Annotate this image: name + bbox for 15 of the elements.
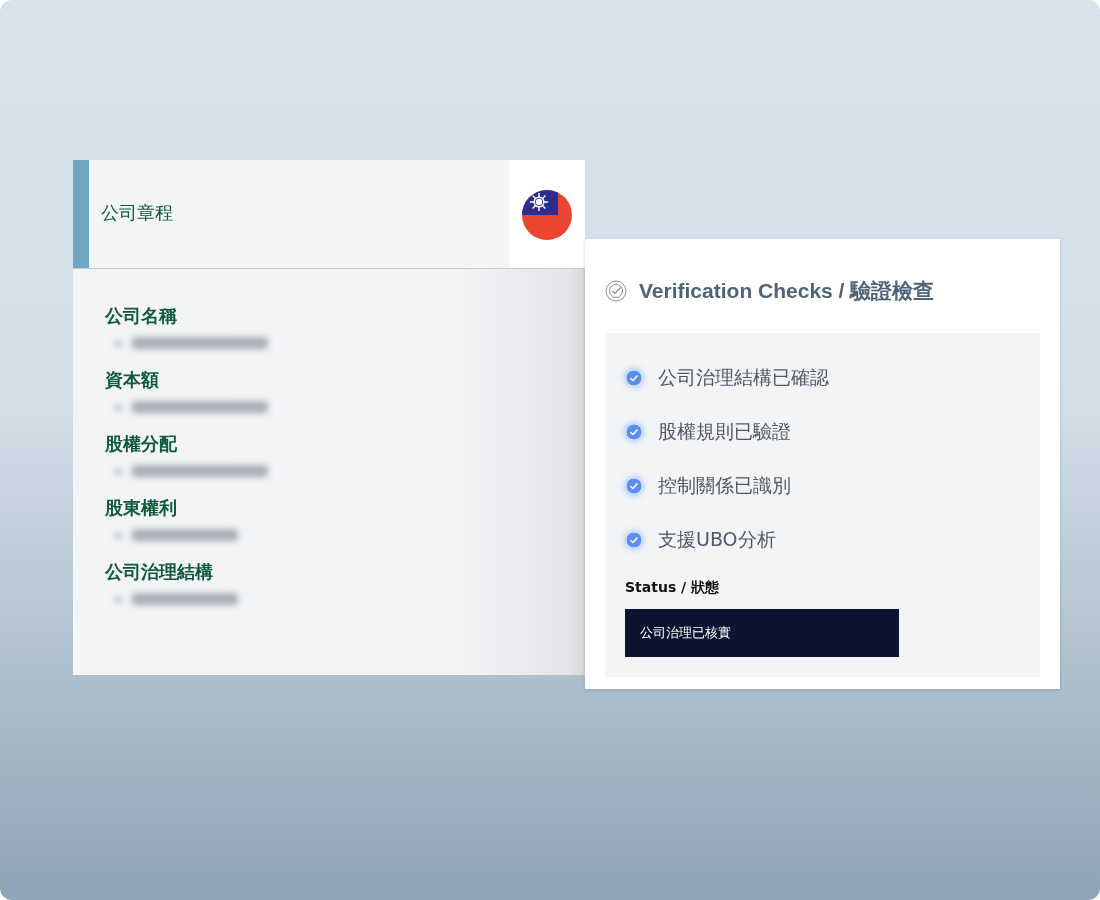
check-label: 支援UBO分析 [658, 527, 776, 552]
status-value: 公司治理已核實 [625, 609, 899, 657]
document-title: 公司章程 [100, 201, 174, 225]
panel-title: Verification Checks / 驗證檢查 [639, 278, 935, 304]
status-label: Status / 狀態 [625, 579, 721, 597]
check-circle-icon [605, 280, 627, 302]
check-label: 控制關係已識別 [658, 473, 791, 498]
check-label: 公司治理結構已確認 [658, 365, 829, 390]
field-label: 股權分配 [105, 432, 178, 456]
flag-icon [522, 190, 572, 240]
check-label: 股權規則已驗證 [658, 419, 791, 444]
field-label: 資本額 [105, 368, 160, 392]
field-label: 公司名稱 [105, 304, 178, 328]
field-label: 公司治理結構 [105, 560, 214, 584]
field-label: 股東權利 [105, 496, 178, 520]
